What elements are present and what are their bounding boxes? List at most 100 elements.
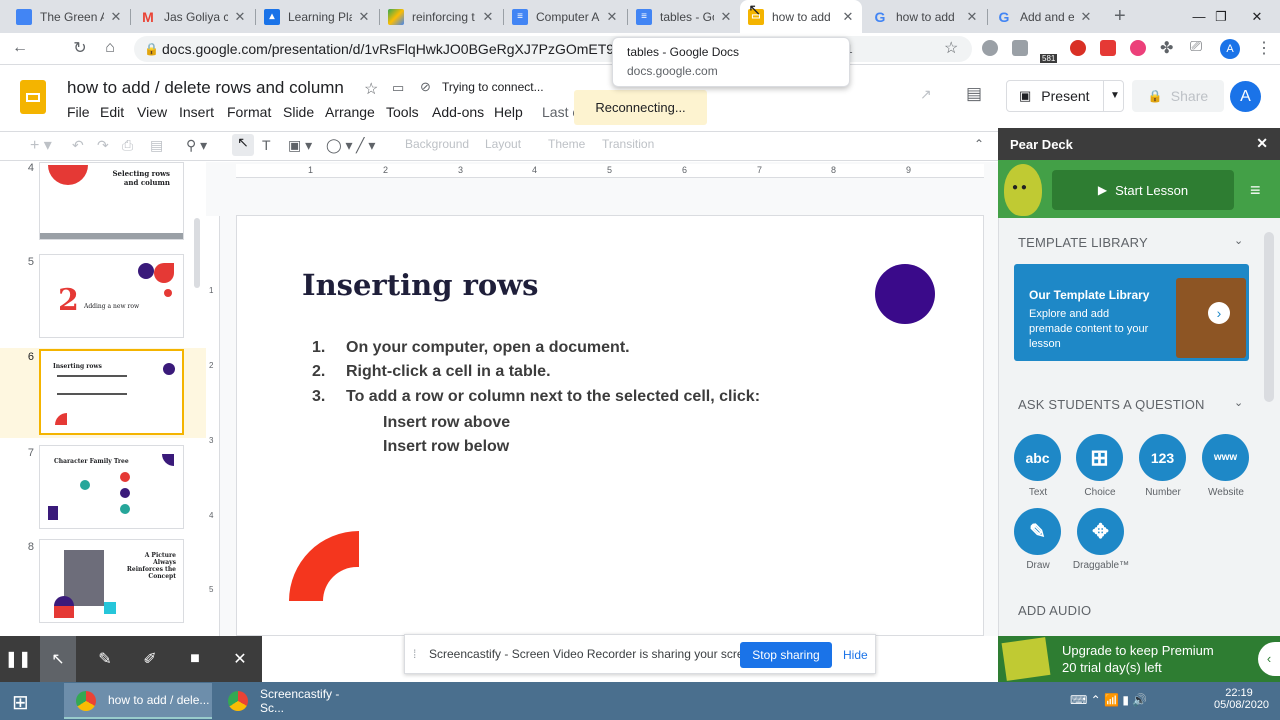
website-question-button[interactable]: www xyxy=(1202,434,1249,481)
comments-icon[interactable]: ▤ xyxy=(966,84,982,104)
new-slide-icon[interactable]: + ▾ xyxy=(30,135,52,155)
puzzle-icon[interactable]: ✤ xyxy=(1160,38,1173,58)
text-question-button[interactable]: abc xyxy=(1014,434,1061,481)
back-icon[interactable]: ← xyxy=(8,36,32,60)
close-tab-icon[interactable]: ✕ xyxy=(234,9,246,25)
extension-icon[interactable] xyxy=(1012,40,1028,56)
panel-scrollbar[interactable] xyxy=(1264,232,1274,402)
slide-title[interactable]: Inserting rows xyxy=(302,268,539,302)
upgrade-banner[interactable]: Upgrade to keep Premium 20 trial day(s) … xyxy=(998,636,1280,682)
menu-format[interactable]: Format xyxy=(227,104,271,120)
chevron-down-icon[interactable]: ⌄ xyxy=(1234,234,1243,247)
cursor-tool-icon[interactable]: ↖ xyxy=(40,636,76,682)
theme-button[interactable]: Theme xyxy=(548,137,585,151)
close-icon[interactable]: ✕ xyxy=(227,646,253,672)
close-tab-icon[interactable]: ✕ xyxy=(358,9,370,25)
ask-students-heading[interactable]: ASK STUDENTS A QUESTION xyxy=(1018,397,1205,412)
system-tray-icons[interactable]: ⌨ ⌃ 📶 ▮ 🔊 xyxy=(1070,693,1147,707)
template-library-heading[interactable]: TEMPLATE LIBRARY xyxy=(1018,235,1148,250)
list-subitem[interactable]: Insert row above xyxy=(383,414,510,432)
print-icon[interactable]: ⎙ xyxy=(122,137,133,154)
account-avatar[interactable]: A xyxy=(1230,81,1261,112)
filmstrip-scrollbar[interactable] xyxy=(194,218,200,288)
number-question-button[interactable]: 123 xyxy=(1139,434,1186,481)
line-icon[interactable]: ╱ ▾ xyxy=(356,137,375,154)
browser-tab[interactable]: M Jas Goliya c ✕ xyxy=(132,0,254,33)
slide-thumbnail-selected[interactable]: Inserting rows xyxy=(39,349,184,435)
menu-view[interactable]: View xyxy=(137,104,167,120)
close-tab-icon[interactable]: ✕ xyxy=(110,9,122,25)
menu-addons[interactable]: Add-ons xyxy=(432,104,484,120)
share-button[interactable]: 🔒 Share xyxy=(1132,80,1224,112)
browser-tab[interactable]: The Green A ✕ xyxy=(8,0,130,33)
hamburger-menu-icon[interactable]: ≡ xyxy=(1250,180,1261,201)
list-item[interactable]: To add a row or column next to the selec… xyxy=(346,388,760,406)
menu-help[interactable]: Help xyxy=(494,104,523,120)
list-item[interactable]: On your computer, open a document. xyxy=(346,339,630,357)
menu-edit[interactable]: Edit xyxy=(100,104,124,120)
add-audio-heading[interactable]: ADD AUDIO xyxy=(1018,603,1091,618)
star-icon[interactable]: ☆ xyxy=(364,79,378,99)
camera-icon[interactable]: ■ xyxy=(182,646,208,672)
more-menu-icon[interactable]: ⋮ xyxy=(1256,38,1272,58)
collapse-toolbar-icon[interactable]: ⌃ xyxy=(974,137,984,151)
list-item[interactable]: Right-click a cell in a table. xyxy=(346,363,551,381)
redo-icon[interactable]: ↷ xyxy=(97,137,109,154)
chevron-down-icon[interactable]: ⌄ xyxy=(1234,396,1243,409)
pen-icon[interactable]: ✎ xyxy=(92,646,118,672)
list-subitem[interactable]: Insert row below xyxy=(383,438,509,456)
windows-start-icon[interactable]: ⊞ xyxy=(12,690,29,715)
purple-circle-shape[interactable] xyxy=(875,264,935,324)
close-window-icon[interactable]: ✕ xyxy=(1234,0,1280,33)
profile-avatar[interactable]: A xyxy=(1220,39,1240,59)
chevron-right-icon[interactable]: › xyxy=(1208,302,1230,324)
close-tab-icon[interactable]: ✕ xyxy=(606,9,618,25)
present-dropdown-icon[interactable]: ▼ xyxy=(1103,81,1120,111)
taskbar-app-screencastify[interactable]: Screencastify - Sc... xyxy=(216,683,364,719)
browser-tab[interactable]: reinforcing t ✕ xyxy=(380,0,502,33)
close-tab-icon[interactable]: ✕ xyxy=(720,9,732,25)
close-tab-icon[interactable]: ✕ xyxy=(1080,9,1092,25)
choice-question-button[interactable]: ⊞ xyxy=(1076,434,1123,481)
activity-icon[interactable]: ↗ xyxy=(920,86,932,103)
close-tab-icon[interactable]: ✕ xyxy=(482,9,494,25)
slide-thumbnail[interactable]: 2 Adding a new row xyxy=(39,254,184,338)
cast-icon[interactable]: ⎚ xyxy=(1190,38,1202,55)
close-tab-icon[interactable]: ✕ xyxy=(842,9,854,25)
slide-thumbnail[interactable]: Selecting rows and column xyxy=(39,162,184,240)
browser-tab[interactable]: GAdd and ed✕ xyxy=(988,0,1100,33)
select-tool-icon[interactable]: ↖ xyxy=(232,134,254,156)
taskbar-app-chrome[interactable]: how to add / dele... xyxy=(64,683,212,719)
bookmark-star-icon[interactable]: ☆ xyxy=(944,38,958,58)
browser-tab[interactable]: ▴ Learning Pla ✕ xyxy=(256,0,378,33)
menu-slide[interactable]: Slide xyxy=(283,104,314,120)
close-tab-icon[interactable]: ✕ xyxy=(966,9,978,25)
extension-icon[interactable] xyxy=(1130,40,1146,56)
draw-question-button[interactable]: ✎ xyxy=(1014,508,1061,555)
slides-logo[interactable] xyxy=(20,80,46,114)
menu-arrange[interactable]: Arrange xyxy=(325,104,375,120)
zoom-icon[interactable]: ⚲ ▾ xyxy=(186,137,207,154)
move-folder-icon[interactable]: ▭ xyxy=(392,80,404,96)
hide-button[interactable]: Hide xyxy=(843,648,868,662)
new-tab-icon[interactable]: + xyxy=(1114,5,1126,28)
document-title[interactable]: how to add / delete rows and column xyxy=(67,78,344,98)
highlighter-icon[interactable]: ✐ xyxy=(137,646,163,672)
start-lesson-button[interactable]: ▶ Start Lesson xyxy=(1052,170,1234,210)
shape-icon[interactable]: ◯ ▾ xyxy=(326,137,353,154)
paint-format-icon[interactable]: ▤ xyxy=(150,137,163,154)
menu-tools[interactable]: Tools xyxy=(386,104,419,120)
slide-thumbnail[interactable]: A Picture Always Reinforces the Concept xyxy=(39,539,184,623)
draggable-question-button[interactable]: ✥ xyxy=(1077,508,1124,555)
undo-icon[interactable]: ↶ xyxy=(72,137,84,154)
extension-icon[interactable] xyxy=(1100,40,1116,56)
clock[interactable]: 22:19 05/08/2020 xyxy=(1214,687,1269,711)
extension-icon[interactable] xyxy=(982,40,998,56)
home-icon[interactable]: ⌂ xyxy=(98,36,122,60)
image-icon[interactable]: ▣ ▾ xyxy=(288,137,312,154)
browser-tab[interactable]: ≡ Computer A ✕ xyxy=(504,0,626,33)
textbox-icon[interactable]: T xyxy=(262,137,271,153)
transition-button[interactable]: Transition xyxy=(602,137,654,151)
pause-icon[interactable]: ❚❚ xyxy=(5,646,32,672)
menu-file[interactable]: File xyxy=(67,104,90,120)
